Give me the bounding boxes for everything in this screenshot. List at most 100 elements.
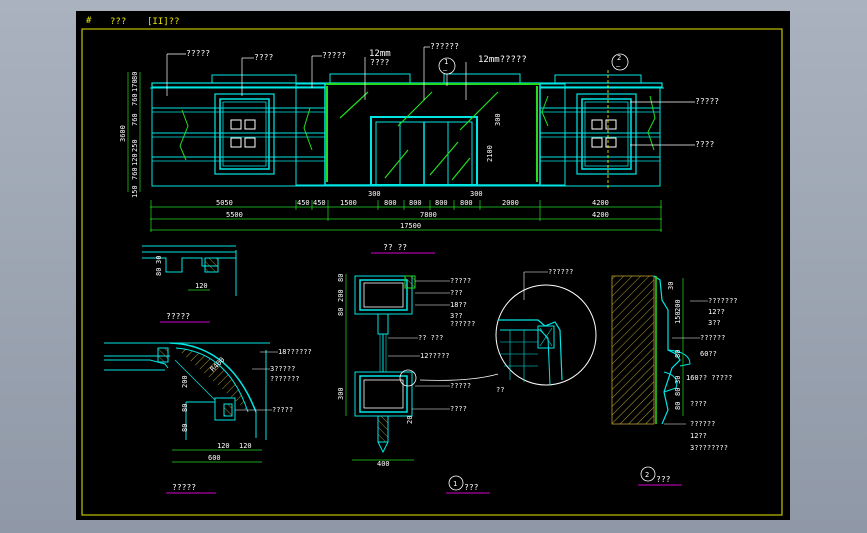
svg-text:5050: 5050 [216,199,233,207]
svg-text:3??: 3?? [450,312,463,320]
svg-text:800: 800 [460,199,473,207]
svg-text:80: 80 [337,308,345,316]
svg-text:??????: ?????? [690,420,715,428]
drawing-sheet[interactable]: # ??? [II]?? ????? ???? ????? 12mm ???? … [76,11,790,520]
svg-text:200: 200 [181,375,189,388]
svg-text:800: 800 [384,199,397,207]
detail-corner-plan[interactable]: R400 200 80 80 120 120 600 18?????? 3???… [104,342,312,494]
svg-text:—: — [616,62,621,70]
svg-text:?? ???: ?? ??? [418,334,443,342]
svg-text:12?????: 12????? [420,352,450,360]
svg-text:800: 800 [409,199,422,207]
svg-text:80: 80 [131,72,139,80]
svg-text:12??: 12?? [708,308,725,316]
svg-text:300: 300 [368,190,381,198]
detail-ll-title: ????? [172,483,196,492]
svg-text:80: 80 [181,404,189,412]
svg-text:????: ???? [450,405,467,413]
callout-e3: ????? [322,51,346,60]
svg-text:450: 450 [297,199,310,207]
svg-text:18??????: 18?????? [278,348,312,356]
svg-text:???????: ??????? [270,375,300,383]
svg-text:120: 120 [131,153,139,166]
svg-text:2: 2 [617,54,621,62]
callout-e2: ???? [254,53,273,62]
dim-height-total: 3600 [119,125,127,142]
svg-text:800: 800 [435,199,448,207]
svg-text:???: ??? [450,289,463,297]
dim-door-height: 2100 [486,145,494,162]
svg-text:1: 1 [444,58,448,66]
svg-text:3????????: 3???????? [690,444,728,452]
front-elevation[interactable] [150,73,664,187]
svg-text:12??: 12?? [690,432,707,440]
title-text-b: [II]?? [147,17,180,27]
title-symbol: # [86,16,92,26]
svg-text:?????: ????? [272,406,293,414]
svg-text:80: 80 [181,424,189,432]
callout-e5: ???? [370,58,389,67]
dim-door-top: 300 [494,113,502,126]
svg-text:7800: 7800 [420,211,437,219]
svg-text:60??: 60?? [700,350,717,358]
svg-text:120: 120 [195,282,208,290]
svg-text:600: 600 [208,454,221,462]
svg-text:??????: ?????? [700,334,725,342]
svg-text:2000: 2000 [502,199,519,207]
elevation-bottom-dims: 5050 450 450 1500 800 800 800 800 2000 4… [150,199,662,232]
svg-text:?? ??: ?? ?? [383,243,407,252]
svg-text:3?????: 3????? [270,365,295,373]
svg-text:30: 30 [667,282,675,290]
svg-text:120: 120 [239,442,252,450]
callout-e6: ?????? [430,42,459,51]
svg-text:300: 300 [337,387,345,400]
callout-e9: ???? [695,140,714,149]
svg-text:200: 200 [337,289,345,302]
detail-2-title: ??? [656,475,671,484]
title-text-a: ??? [110,17,126,27]
detail-cornice-profile[interactable]: 80 30 120 ????? [142,245,237,323]
detail-1-title: ??? [464,483,479,492]
svg-text:170: 170 [131,79,139,92]
circle-callout: ?????? [548,268,573,276]
svg-text:30: 30 [155,256,163,264]
svg-text:450: 450 [313,199,326,207]
svg-text:760: 760 [131,167,139,180]
section-tag-1: 1 — [438,57,456,86]
svg-text:760: 760 [131,113,139,126]
callout-e7: 12mm????? [478,55,527,65]
svg-text:???????: ??????? [708,297,738,305]
detail-enlarged-circle[interactable]: ?????? [419,268,597,386]
dim-total: 17500 [400,222,421,230]
svg-text:18??: 18?? [450,301,467,309]
detail-section-1[interactable]: 80 200 80 300 20 400 ????? ??? 18?? 3?? … [337,274,504,494]
svg-text:20: 20 [406,416,414,424]
svg-text:—: — [443,66,448,74]
elevation-title: ?? ?? [371,243,435,254]
callout-e1: ????? [186,49,210,58]
svg-text:30: 30 [674,376,682,384]
svg-text:80: 80 [674,402,682,410]
cad-drawing: # ??? [II]?? ????? ???? ????? 12mm ???? … [81,16,783,516]
detail-section-2[interactable]: 30 200 150 80 30 80 80 ??????? 12?? 3?? … [611,275,738,486]
svg-text:250: 250 [131,139,139,152]
svg-text:?????: ????? [450,277,471,285]
title-block: # ??? [II]?? [86,16,180,27]
svg-text:200: 200 [674,299,682,312]
svg-text:?????: ????? [450,382,471,390]
svg-text:160?? ?????: 160?? ????? [686,374,732,382]
callout-e8: ????? [695,97,719,106]
svg-text:760: 760 [131,93,139,106]
svg-text:300: 300 [470,190,483,198]
svg-text:5500: 5500 [226,211,243,219]
svg-text:??: ?? [496,386,504,394]
svg-text:150: 150 [131,185,139,198]
svg-text:????: ???? [690,400,707,408]
svg-text:1500: 1500 [340,199,357,207]
svg-text:120: 120 [217,442,230,450]
detail-1-number: 1 [453,480,457,488]
svg-text:3??: 3?? [708,319,721,327]
svg-text:4200: 4200 [592,199,609,207]
svg-text:80: 80 [674,388,682,396]
svg-text:80: 80 [674,350,682,358]
